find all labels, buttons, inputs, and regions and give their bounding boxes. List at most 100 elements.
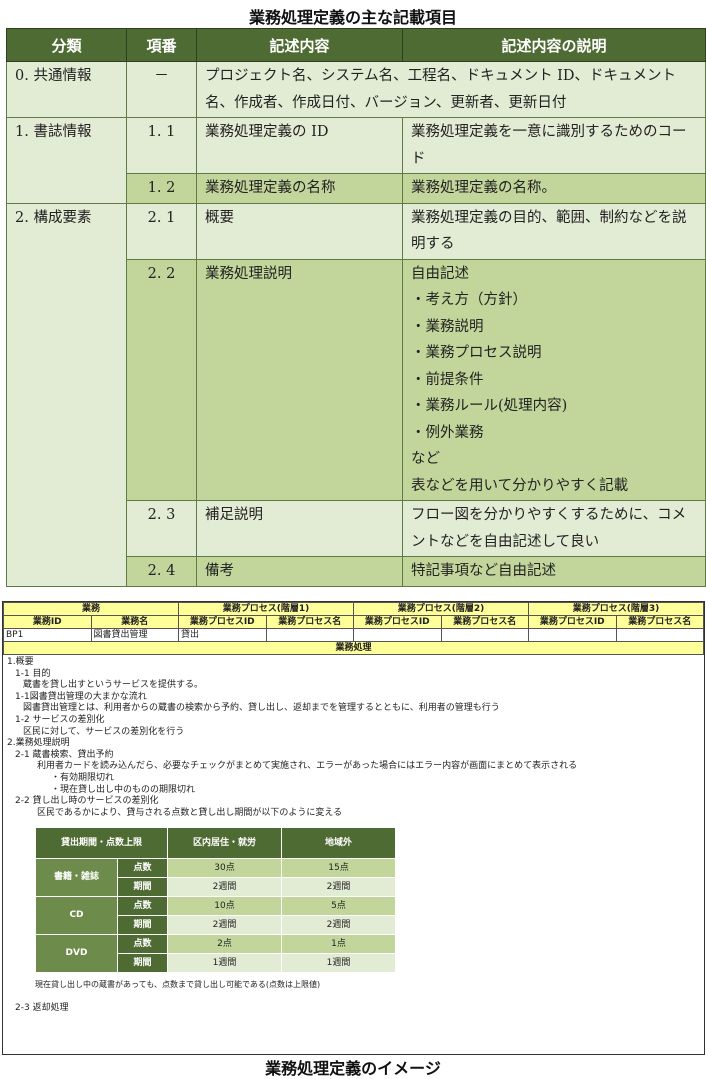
inner-header: 地域外 [281,827,397,860]
content-cell: プロジェクト名、システム名、工程名、ドキュメント ID、ドキュメント名、作成者、… [196,61,706,118]
value-cell: 5点 [281,896,397,917]
value-cell: 2週間 [281,915,397,936]
section-label: 業務処理 [3,641,704,655]
description-line: ・前提条件 [411,371,484,388]
body-line: 1-1 目的 [15,668,51,679]
column-header: 業務プロセスID [178,615,267,629]
body-line: 利用者カードを読み込んだら、必要なチェックがまとめて実施され、エラーがあった場合… [37,761,578,772]
table-row: 1. 書誌情報 1. 1 業務処理定義の ID 業務処理定義を一意に識別するため… [6,117,706,204]
group-header: 業務プロセス(階層1) [178,602,354,616]
group-header: 業務プロセス(階層3) [528,602,704,616]
content-cell: 業務処理定義の名称 [196,173,403,204]
description-cell: フロー図を分かりやすくするために、コメントなどを自由記述して良い [402,500,706,557]
content-cell: 業務処理定義の ID [196,117,403,174]
header-description: 記述内容の説明 [402,28,706,62]
number-cell: － [126,61,197,118]
media-type-cell: CD [35,896,118,936]
number-cell: 2. 2 [126,258,197,501]
row-label-cell: 期間 [116,915,169,936]
figure-header-table: 業務 業務プロセス(階層1) 業務プロセス(階層2) 業務プロセス(階層3) 業… [3,602,704,655]
column-header: 業務プロセス名 [440,615,529,629]
data-cell [528,628,617,642]
category-cell: 0. 共通情報 [6,61,127,118]
column-header: 業務プロセス名 [265,615,354,629]
value-cell: 1点 [281,934,397,955]
value-cell: 10点 [167,896,283,917]
data-cell: 貸出 [178,628,267,642]
row-label-cell: 期間 [116,877,169,898]
number-cell: 1. 2 [126,173,197,204]
data-cell: 図書貸出管理 [90,628,179,642]
description-line: など [411,451,440,467]
bottom-title: 業務処理定義のイメージ [265,1059,441,1078]
header-category: 分類 [6,28,127,62]
body-line: 蔵書を貸し出すというサービスを提供する。 [23,680,204,691]
header-number: 項番 [126,28,197,62]
row-label-cell: 点数 [116,934,169,955]
content-cell: 備考 [196,556,403,587]
value-cell: 2週間 [167,915,283,936]
table-row: 0. 共通情報 － プロジェクト名、システム名、工程名、ドキュメント ID、ドキ… [6,61,706,118]
column-header: 業務名 [90,615,179,629]
body-line: 2-2 貸し出し時のサービスの差別化 [15,796,159,807]
body-line: 図書貸出管理とは、利用者からの蔵書の検索から予約、貸し出し、返却までを管理すると… [23,703,500,714]
figure-image: 業務 業務プロセス(階層1) 業務プロセス(階層2) 業務プロセス(階層3) 業… [2,601,705,1055]
category-cell: 2. 構成要素 [6,202,127,587]
lending-limit-table: 貸出期間・点数上限 区内居住・就労 地域外 書籍・雑誌 点数 30点 15点 期… [34,827,397,974]
column-header: 業務プロセスID [528,615,617,629]
value-cell: 1週間 [167,953,283,974]
column-header: 業務ID [3,615,92,629]
body-lines: 1.概要 1-1 目的 蔵書を貸し出すというサービスを提供する。 1-1図書貸出管理の… [7,657,700,819]
section-heading: 2-3 返却処理 [15,1002,69,1013]
row-label-cell: 点数 [116,858,169,879]
value-cell: 2週間 [281,877,397,898]
value-cell: 2週間 [167,877,283,898]
number-cell: 2. 1 [126,202,197,260]
content-cell: 補足説明 [196,500,403,557]
description-line: ・業務プロセス説明 [411,345,542,361]
group-header: 業務プロセス(階層2) [353,602,529,616]
content-cell: 業務処理説明 [196,258,403,501]
figure-body: 1.概要 1-1 目的 蔵書を貸し出すというサービスを提供する。 1-1図書貸出管理の… [3,655,704,1017]
main-table: 分類 項番 記述内容 記述内容の説明 0. 共通情報 － プロジェクト名、システ… [6,28,706,587]
description-line: ・業務説明 [411,318,484,335]
inner-header: 区内居住・就労 [167,827,283,860]
number-cell: 2. 3 [126,500,197,557]
data-cell: BP1 [3,628,92,642]
body-line: ・現在貸し出し中のものの期限切れ [51,784,196,795]
row-label-cell: 期間 [116,953,169,974]
data-cell [615,628,704,642]
body-line: 1.概要 [7,657,34,667]
category-cell: 1. 書誌情報 [6,117,127,204]
body-line: 2-1 蔵書検索、貸出予約 [15,749,114,760]
table-note: 現在貸し出し中の蔵書があっても、点数まで貸し出し可能である(点数は上限値) [35,980,321,990]
column-header: 業務プロセスID [353,615,442,629]
number-cell: 1. 1 [126,117,197,174]
value-cell: 15点 [281,858,397,879]
body-line: 1-1図書貸出管理の大まかな流れ [15,691,147,702]
body-line: 区民に対して、サービスの差別化を行う [23,726,185,737]
body-line: 2.業務処理説明 [7,738,70,749]
row-label-cell: 点数 [116,896,169,917]
data-cell [353,628,442,642]
description-cell: 特記事項など自由記述 [402,556,706,587]
data-cell [265,628,354,642]
column-header: 業務プロセス名 [615,615,704,629]
value-cell: 30点 [167,858,283,879]
description-cell: 業務処理定義の名称。 [402,173,706,204]
description-line: 表などを用いて分かりやすく記載 [411,477,629,494]
body-line: 1-2 サービスの差別化 [15,714,105,725]
description-line: ・考え方（方針） [411,292,527,308]
media-type-cell: 書籍・雑誌 [35,858,118,898]
main-table-header: 分類 項番 記述内容 記述内容の説明 [6,28,706,62]
value-cell: 1週間 [281,953,397,974]
data-cell [440,628,529,642]
group-header: 業務 [3,602,179,616]
inner-header: 貸出期間・点数上限 [34,827,169,860]
content-cell: 概要 [196,202,403,260]
header-content: 記述内容 [196,28,403,62]
description-cell: 業務処理定義を一意に識別するためのコード [402,117,706,174]
number-cell: 2. 4 [126,556,197,587]
description-line: ・例外業務 [411,424,484,441]
top-title: 業務処理定義の主な記載項目 [248,8,457,27]
